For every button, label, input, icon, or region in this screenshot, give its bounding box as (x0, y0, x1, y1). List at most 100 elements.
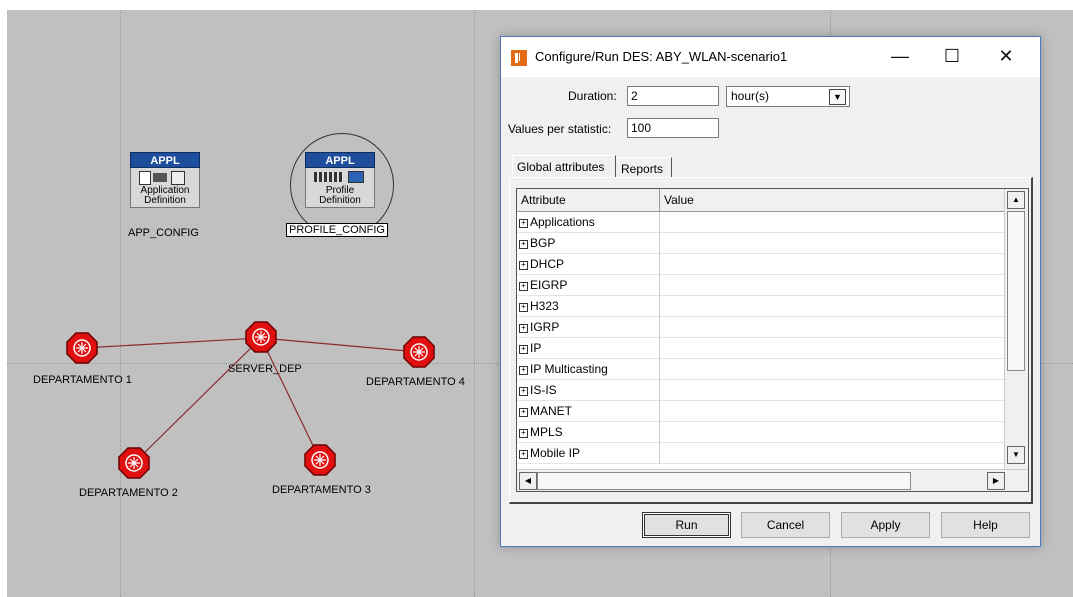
values-per-statistic-input[interactable]: 100 (627, 118, 719, 138)
tab-global-attributes[interactable]: Global attributes (512, 155, 616, 177)
column-header-attribute[interactable]: Attribute (517, 189, 660, 211)
file-icon (171, 171, 185, 185)
table-row[interactable]: + EIGRP (517, 275, 1004, 296)
table-row[interactable]: + IP Multicasting (517, 359, 1004, 380)
scroll-up-arrow-icon[interactable]: ▲ (1007, 191, 1025, 209)
appl-caption-line2: Definition (319, 195, 361, 206)
appl-badge: APPL (130, 152, 200, 168)
value-cell[interactable] (660, 296, 1004, 317)
app-logo-icon (511, 50, 527, 66)
attribute-name: IGRP (530, 320, 560, 334)
value-cell[interactable] (660, 254, 1004, 275)
departamento-4-label: DEPARTAMENTO 4 (366, 376, 465, 388)
value-cell[interactable] (660, 212, 1004, 233)
table-row[interactable]: + IGRP (517, 317, 1004, 338)
apply-button[interactable]: Apply (841, 512, 930, 538)
table-row[interactable]: + DHCP (517, 254, 1004, 275)
duration-input[interactable]: 2 (627, 86, 719, 106)
run-button[interactable]: Run (642, 512, 731, 538)
attribute-name: Applications (530, 215, 595, 229)
table-row[interactable]: + H323 (517, 296, 1004, 317)
scroll-down-arrow-icon[interactable]: ▼ (1007, 446, 1025, 464)
server-dep-label: SERVER_DEP (228, 363, 302, 375)
expand-icon[interactable]: + (519, 450, 528, 459)
scroll-right-arrow-icon[interactable]: ▶ (987, 472, 1005, 490)
appl-caption-line2: Definition (144, 195, 186, 206)
profile-config-node[interactable]: APPL Profile Definition (305, 152, 375, 208)
value-cell[interactable] (660, 443, 1004, 464)
duration-unit-value: hour(s) (731, 89, 770, 103)
appl-caption: Profile Definition (306, 186, 374, 206)
document-icon (139, 171, 151, 185)
attribute-name: MANET (530, 404, 572, 418)
expand-icon[interactable]: + (519, 282, 528, 291)
router-icon[interactable] (403, 336, 435, 368)
expand-icon[interactable]: + (519, 345, 528, 354)
table-header: Attribute Value (517, 189, 1004, 212)
horizontal-scroll-thumb[interactable] (537, 472, 911, 490)
appl-caption: Application Definition (131, 186, 199, 206)
chevron-down-icon: ▼ (829, 89, 846, 105)
attribute-name: Mobile IP (530, 446, 581, 460)
attribute-name: H323 (530, 299, 559, 313)
table-row[interactable]: + Applications (517, 212, 1004, 233)
departamento-3-label: DEPARTAMENTO 3 (272, 484, 371, 496)
table-row[interactable]: + IS-IS (517, 380, 1004, 401)
attribute-cell: + MPLS (517, 422, 660, 443)
router-icon[interactable] (66, 332, 98, 364)
minimize-button[interactable]: — (877, 37, 923, 77)
link-server-dep2 (133, 337, 262, 464)
router-icon[interactable] (118, 447, 150, 479)
duration-unit-select[interactable]: hour(s) ▼ (726, 86, 850, 107)
vertical-scrollbar[interactable]: ▲ ▼ (1004, 189, 1028, 469)
expand-icon[interactable]: + (519, 261, 528, 270)
router-icon[interactable] (245, 321, 277, 353)
calendar-icon (314, 172, 344, 182)
attribute-cell: + IP Multicasting (517, 359, 660, 380)
expand-icon[interactable]: + (519, 408, 528, 417)
value-cell[interactable] (660, 380, 1004, 401)
tab-reports[interactable]: Reports (617, 157, 672, 177)
attribute-name: BGP (530, 236, 556, 250)
attributes-table: Attribute Value + Applications + BGP + DHCP… (516, 188, 1029, 492)
close-button[interactable]: ✕ (983, 37, 1029, 77)
departamento-2-label: DEPARTAMENTO 2 (79, 487, 178, 499)
expand-icon[interactable]: + (519, 240, 528, 249)
value-cell[interactable] (660, 233, 1004, 254)
expand-icon[interactable]: + (519, 387, 528, 396)
value-cell[interactable] (660, 401, 1004, 422)
router-icon[interactable] (304, 444, 336, 476)
attribute-cell: + H323 (517, 296, 660, 317)
expand-icon[interactable]: + (519, 324, 528, 333)
table-row[interactable]: + IP (517, 338, 1004, 359)
expand-icon[interactable]: + (519, 366, 528, 375)
horizontal-scrollbar[interactable]: ◀ ▶ (517, 469, 1028, 491)
value-cell[interactable] (660, 338, 1004, 359)
value-cell[interactable] (660, 422, 1004, 443)
table-row[interactable]: + MPLS (517, 422, 1004, 443)
monitor-icon (348, 171, 364, 183)
link-dep1-server (81, 337, 262, 349)
value-cell[interactable] (660, 275, 1004, 296)
table-row[interactable]: + BGP (517, 233, 1004, 254)
attribute-cell: + IS-IS (517, 380, 660, 401)
attribute-cell: + DHCP (517, 254, 660, 275)
help-button[interactable]: Help (941, 512, 1030, 538)
scroll-left-arrow-icon[interactable]: ◀ (519, 472, 537, 490)
expand-icon[interactable]: + (519, 303, 528, 312)
departamento-1-label: DEPARTAMENTO 1 (33, 374, 132, 386)
cancel-button[interactable]: Cancel (741, 512, 830, 538)
maximize-button[interactable]: ☐ (929, 37, 975, 77)
title-bar[interactable]: Configure/Run DES: ABY_WLAN-scenario1 — … (501, 37, 1040, 77)
attribute-name: EIGRP (530, 278, 568, 292)
vertical-scroll-thumb[interactable] (1007, 211, 1025, 371)
list-icon (153, 173, 167, 182)
value-cell[interactable] (660, 359, 1004, 380)
column-header-value[interactable]: Value (660, 189, 1004, 211)
value-cell[interactable] (660, 317, 1004, 338)
app-config-node[interactable]: APPL Application Definition (130, 152, 200, 208)
table-row[interactable]: + Mobile IP (517, 443, 1004, 464)
expand-icon[interactable]: + (519, 429, 528, 438)
expand-icon[interactable]: + (519, 219, 528, 228)
table-row[interactable]: + MANET (517, 401, 1004, 422)
